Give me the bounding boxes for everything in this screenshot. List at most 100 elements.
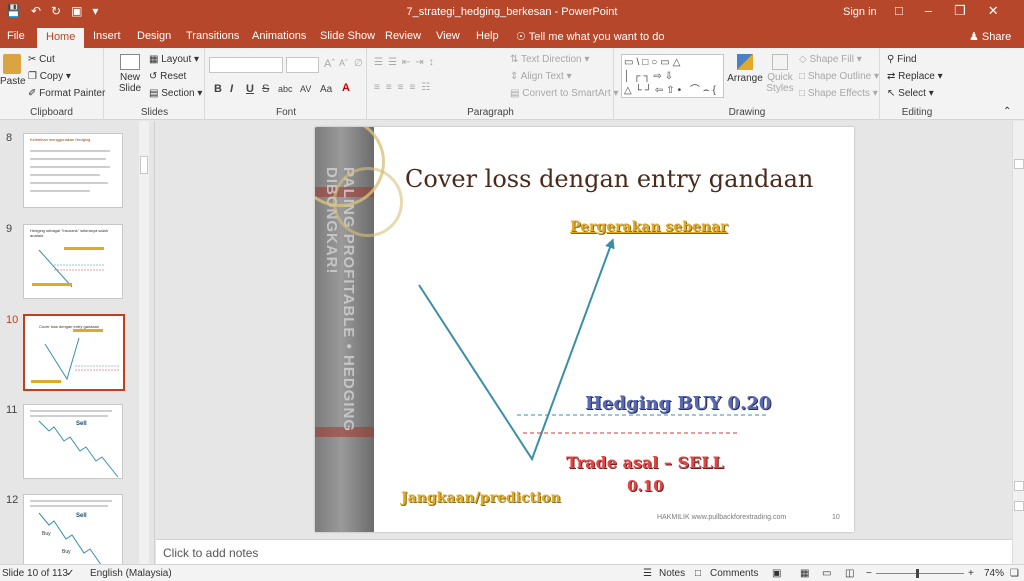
tab-file[interactable]: File: [7, 30, 25, 42]
zoom-out-icon[interactable]: −: [866, 568, 872, 579]
format-painter-button[interactable]: ✐ Format Painter: [28, 88, 105, 99]
select-button[interactable]: ↖ Select ▾: [887, 88, 934, 99]
format-painter-label: Format Painter: [39, 88, 106, 99]
list-buttons[interactable]: ☰☰⇤⇥↕: [374, 57, 439, 68]
convert-smartart-button[interactable]: ▤ Convert to SmartArt ▾: [510, 88, 618, 99]
arrange-button[interactable]: Arrange: [727, 54, 763, 84]
tab-help[interactable]: Help: [476, 30, 499, 42]
paste-button[interactable]: Paste: [0, 54, 26, 87]
slide-number: 10: [832, 514, 840, 521]
tell-me-box[interactable]: ☉ Tell me what you want to do: [516, 30, 664, 43]
grow-font-icon[interactable]: Aˆ: [324, 58, 335, 70]
slide-thumbnail-pane[interactable]: 8 Kelebihan menggunakan Hedging 9 Hedgin…: [0, 121, 155, 564]
thumbnail-scroll-thumb[interactable]: [140, 156, 148, 174]
thumbnail-scrollbar[interactable]: [139, 121, 149, 564]
notes-button[interactable]: Notes: [659, 568, 685, 579]
thumbnail-slide-8[interactable]: Kelebihan menggunakan Hedging: [23, 133, 123, 208]
copy-button[interactable]: ❐ Copy ▾: [28, 71, 71, 82]
restore-icon[interactable]: ❐: [954, 3, 966, 19]
layout-button[interactable]: ▦ Layout ▾: [149, 54, 199, 65]
collapse-ribbon-icon[interactable]: ⌃: [1003, 106, 1011, 117]
zoom-slider-handle[interactable]: [916, 569, 919, 578]
sign-in-link[interactable]: Sign in: [843, 6, 877, 18]
close-icon[interactable]: ✕: [988, 3, 999, 19]
minimize-icon[interactable]: –: [925, 3, 932, 19]
prediction-label[interactable]: Jangkaan/prediction: [401, 490, 561, 506]
align-text-button[interactable]: ⇕ Align Text ▾: [510, 71, 572, 82]
comments-icon[interactable]: □: [695, 568, 701, 579]
section-button[interactable]: ▤ Section ▾: [149, 88, 202, 99]
select-label: Select: [898, 88, 926, 99]
price-path-line: [418, 238, 615, 462]
new-slide-button[interactable]: New Slide: [111, 54, 149, 94]
share-button[interactable]: ♟ Share: [969, 30, 1011, 43]
trade-sell-label[interactable]: Trade asal – SELL: [566, 453, 724, 472]
tab-animations[interactable]: Animations: [252, 30, 306, 42]
shape-fill-button[interactable]: ◇ Shape Fill ▾: [799, 54, 862, 65]
thumbnail-slide-9[interactable]: Hedging sebagai "insurans" sekiranya sal…: [23, 224, 123, 299]
cut-button[interactable]: ✂ Cut: [28, 54, 55, 65]
shape-fill-label: Shape Fill: [809, 54, 854, 65]
tab-insert[interactable]: Insert: [93, 30, 121, 42]
ribbon-display-icon[interactable]: □: [895, 3, 903, 19]
shape-effects-button[interactable]: □ Shape Effects ▾: [799, 88, 878, 99]
thumbnail-slide-10[interactable]: Cover loss dengan entry gandaan: [23, 314, 125, 391]
tab-slide-show[interactable]: Slide Show: [320, 30, 375, 42]
hedging-buy-label[interactable]: Hedging BUY 0.20: [585, 393, 771, 414]
actual-move-label[interactable]: Pergerakan sebenar: [570, 219, 728, 235]
notes-icon[interactable]: ☰: [643, 568, 652, 579]
thumbnail-slide-11[interactable]: Sell: [23, 404, 123, 479]
font-color-icon[interactable]: A: [342, 82, 350, 94]
slide-footer: HAKMILIK www.pullbackforextrading.com: [657, 514, 787, 521]
new-slide-label: New Slide: [118, 72, 142, 94]
find-button[interactable]: ⚲ Find: [887, 54, 917, 65]
slide-sorter-icon[interactable]: ▦: [800, 568, 809, 579]
find-label: Find: [897, 54, 917, 65]
scroll-thumb[interactable]: [1014, 159, 1024, 169]
spelling-icon[interactable]: ✓: [66, 568, 74, 579]
next-slide-icon[interactable]: [1014, 501, 1024, 511]
quick-styles-button[interactable]: Quick Styles: [765, 54, 795, 94]
normal-view-icon[interactable]: ▣: [772, 568, 781, 579]
underline-button[interactable]: U: [246, 83, 254, 95]
change-case-button[interactable]: Aa: [320, 84, 332, 95]
char-spacing-button[interactable]: AV: [300, 84, 311, 94]
comments-button[interactable]: Comments: [710, 568, 758, 579]
language-indicator[interactable]: English (Malaysia): [90, 568, 172, 579]
quick-styles-label: Quick Styles: [766, 72, 794, 94]
tab-view[interactable]: View: [436, 30, 460, 42]
clear-formatting-icon[interactable]: ∅: [354, 58, 363, 69]
tab-transitions[interactable]: Transitions: [186, 30, 239, 42]
zoom-level[interactable]: 74%: [984, 568, 1004, 579]
text-shadow-button[interactable]: abc: [278, 84, 293, 94]
tab-review[interactable]: Review: [385, 30, 421, 42]
thumbnail-slide-12[interactable]: Sell Buy Buy: [23, 494, 123, 564]
reading-view-icon[interactable]: ▭: [822, 568, 831, 579]
shapes-gallery[interactable]: ▭\□○▭△ │┌┐⇨⇩ △└┘⇦⇧• ⌒⌢{ }☆: [621, 54, 724, 98]
replace-button[interactable]: ⇄ Replace ▾: [887, 71, 943, 82]
tab-design[interactable]: Design: [137, 30, 171, 42]
zoom-in-icon[interactable]: +: [968, 568, 974, 579]
zoom-slider[interactable]: [876, 573, 964, 574]
shape-outline-button[interactable]: □ Shape Outline ▾: [799, 71, 879, 82]
clipboard-label: Clipboard: [30, 107, 73, 118]
font-size-combo[interactable]: [286, 57, 319, 73]
italic-button[interactable]: I: [230, 83, 233, 95]
previous-slide-icon[interactable]: [1014, 481, 1024, 491]
bold-button[interactable]: B: [214, 83, 222, 95]
trade-lot-label[interactable]: 0.10: [627, 477, 664, 495]
fit-slide-icon[interactable]: ❏: [1010, 568, 1019, 579]
font-family-combo[interactable]: [209, 57, 283, 73]
slide-canvas[interactable]: PALING PROFITABLE • HEDGING DIBONGKAR! C…: [315, 127, 854, 532]
text-direction-button[interactable]: ⇅ Text Direction ▾: [510, 54, 589, 65]
reset-button[interactable]: ↺ Reset: [149, 71, 186, 82]
notes-pane[interactable]: Click to add notes: [156, 539, 1012, 564]
strikethrough-button[interactable]: S: [262, 83, 269, 95]
thumbnail-number: 10: [6, 314, 19, 326]
align-buttons[interactable]: ≡≡≡≡☷: [374, 82, 436, 93]
slideshow-icon[interactable]: ◫: [845, 568, 854, 579]
tab-home[interactable]: Home: [37, 28, 85, 48]
paste-label: Paste: [0, 76, 26, 87]
shrink-font-icon[interactable]: Aˇ: [339, 58, 348, 68]
slide-vertical-scrollbar[interactable]: [1012, 121, 1024, 564]
